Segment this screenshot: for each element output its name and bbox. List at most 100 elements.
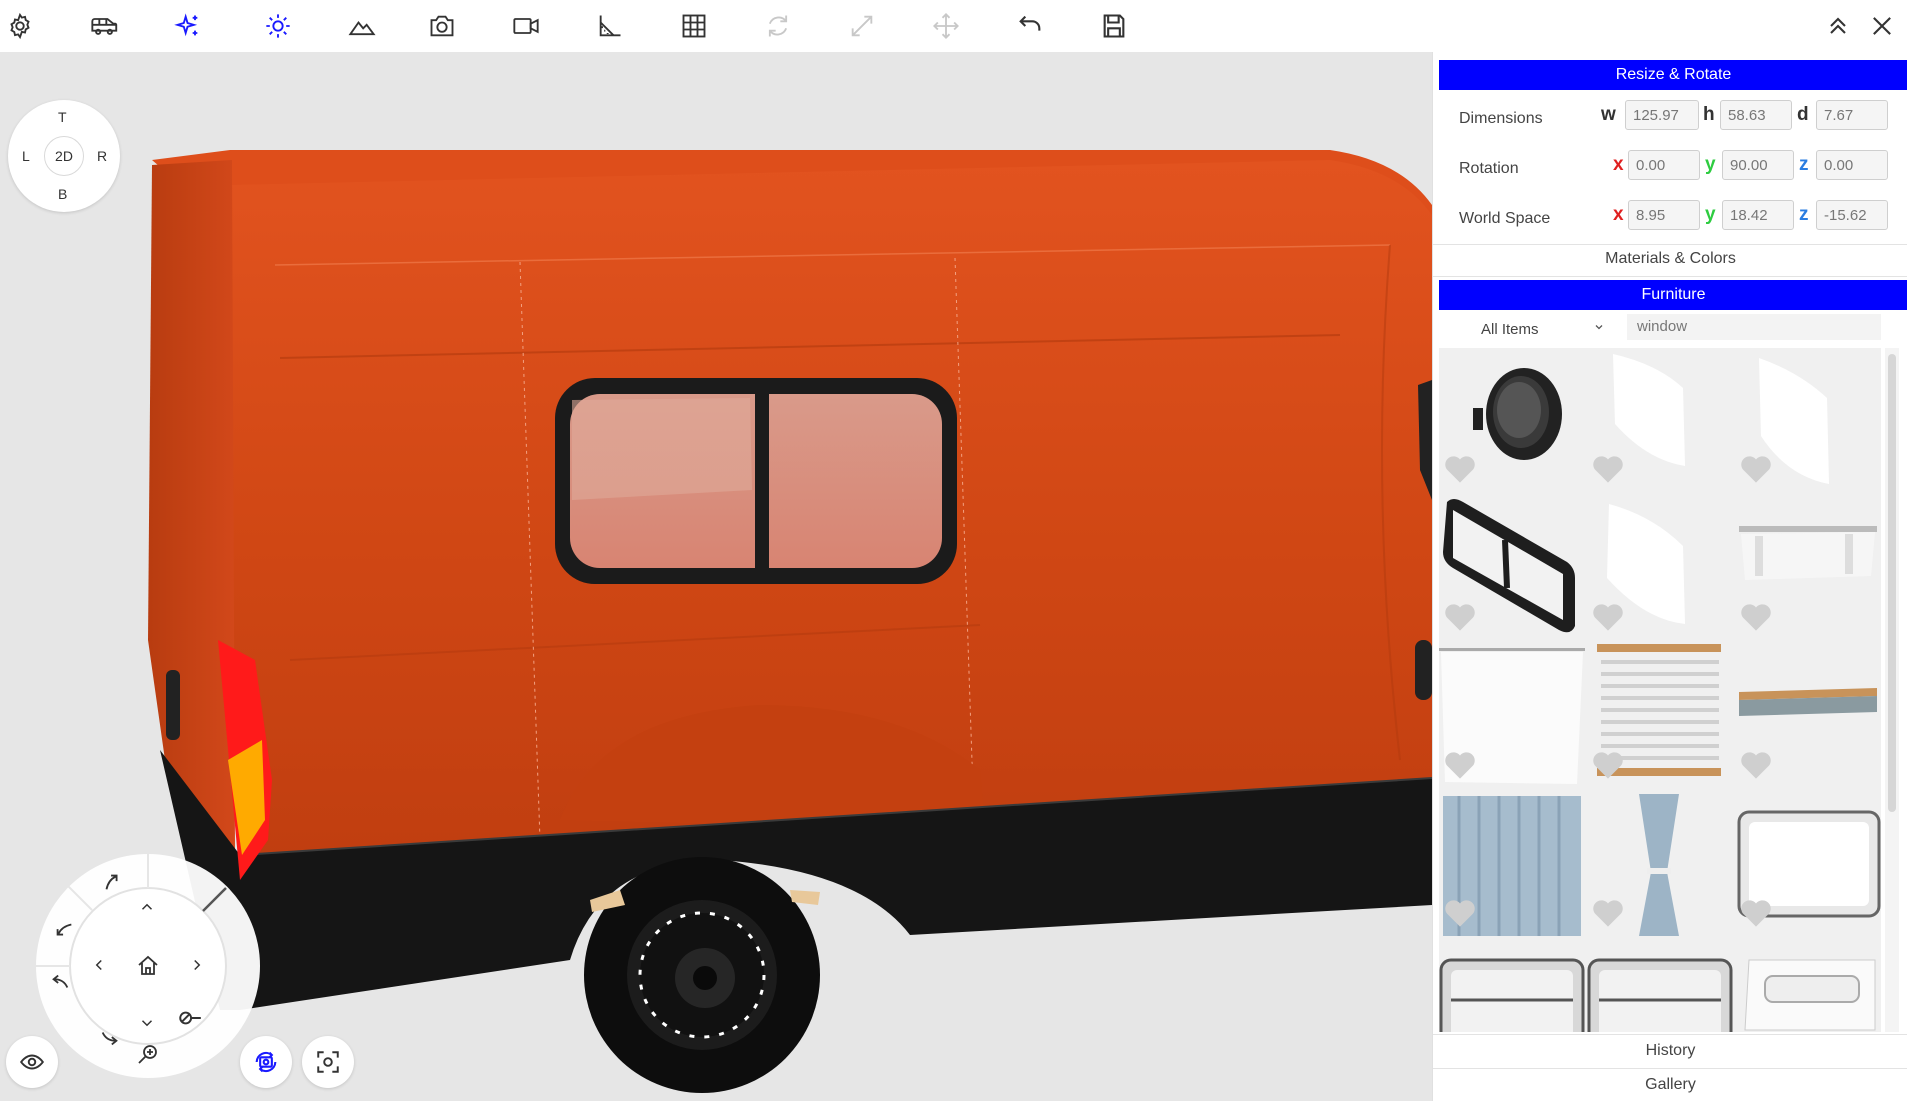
mountain-icon[interactable]	[342, 6, 382, 46]
category-dropdown-value: All Items	[1481, 320, 1539, 338]
rotation-z-input[interactable]: 0.00	[1816, 150, 1888, 180]
rotation-z-label: z	[1799, 154, 1809, 175]
properties-panel: Resize & Rotate Dimensions w 125.97 h 58…	[1432, 52, 1907, 1101]
view-cube: T B L R 2D	[8, 100, 120, 212]
dimension-d-label: d	[1797, 104, 1809, 125]
dimension-w-input[interactable]: 125.97	[1625, 100, 1699, 130]
search-input[interactable]: window	[1627, 314, 1881, 340]
navigation-wheel	[28, 846, 260, 1078]
divider	[1433, 1068, 1907, 1069]
world-y-label: y	[1705, 204, 1716, 225]
furniture-item-roller-blind[interactable]	[1735, 644, 1881, 790]
collapse-up-icon[interactable]	[1818, 6, 1858, 46]
furniture-item-blue-curtain[interactable]	[1439, 792, 1585, 938]
furniture-item-sliding-window[interactable]	[1439, 496, 1585, 642]
rotate-icon	[758, 6, 798, 46]
furniture-item-pleated-blind[interactable]	[1587, 644, 1733, 790]
furniture-item-window-frame[interactable]	[1439, 940, 1585, 1032]
furniture-item-white-window-panel[interactable]	[1587, 496, 1733, 642]
heart-icon[interactable]	[1739, 750, 1773, 780]
heart-icon[interactable]	[1443, 602, 1477, 632]
furniture-item-round-porthole-window[interactable]	[1439, 348, 1585, 494]
view-bottom-button[interactable]: B	[58, 186, 67, 202]
camera-icon[interactable]	[422, 6, 462, 46]
eye-icon[interactable]	[6, 1036, 58, 1088]
save-icon[interactable]	[1094, 6, 1134, 46]
dimension-d-input[interactable]: 7.67	[1816, 100, 1888, 130]
dimension-h-input[interactable]: 58.63	[1720, 100, 1792, 130]
furniture-item-net-curtain[interactable]	[1439, 644, 1585, 790]
pan-up-icon[interactable]	[130, 890, 164, 924]
pan-left-icon[interactable]	[82, 948, 116, 982]
rotate-left-icon[interactable]	[40, 962, 80, 1002]
dimension-h-label: h	[1703, 104, 1715, 125]
world-x-input[interactable]: 8.95	[1628, 200, 1700, 230]
furniture-item-blue-tie-back-curtain[interactable]	[1587, 792, 1733, 938]
van-icon[interactable]	[84, 6, 124, 46]
furniture-grid	[1439, 348, 1881, 1032]
furniture-item-white-window-panel[interactable]	[1735, 348, 1881, 494]
furniture-header[interactable]: Furniture	[1439, 280, 1907, 310]
scrollbar-thumb[interactable]	[1888, 354, 1896, 812]
furniture-item-window-blind-roll[interactable]	[1735, 496, 1881, 642]
furniture-item-white-window-panel[interactable]	[1587, 348, 1733, 494]
rotation-y-label: y	[1705, 154, 1716, 175]
rotate-right-icon[interactable]	[90, 1018, 130, 1058]
heart-icon[interactable]	[1443, 898, 1477, 928]
resize-rotate-header[interactable]: Resize & Rotate	[1439, 60, 1907, 90]
view-top-button[interactable]: T	[58, 109, 67, 125]
rotation-x-label: x	[1613, 154, 1624, 175]
heart-icon[interactable]	[1591, 454, 1625, 484]
view-2d-button[interactable]: 2D	[44, 136, 84, 176]
top-toolbar	[0, 0, 1907, 52]
heart-icon[interactable]	[1591, 602, 1625, 632]
world-z-input[interactable]: -15.62	[1816, 200, 1888, 230]
grid-icon[interactable]	[674, 6, 714, 46]
history-tab[interactable]: History	[1433, 1042, 1907, 1060]
gear-icon[interactable]	[0, 6, 40, 46]
camera-orbit-icon[interactable]	[240, 1036, 292, 1088]
view-right-button[interactable]: R	[97, 148, 107, 164]
furniture-item-framed-window[interactable]	[1735, 792, 1881, 938]
orbit-up-icon[interactable]	[92, 862, 132, 902]
zoom-in-icon[interactable]	[128, 1034, 168, 1074]
3d-viewport[interactable]: T B L R 2D	[0, 52, 1432, 1101]
sparkle-icon[interactable]	[168, 6, 208, 46]
heart-icon[interactable]	[1739, 454, 1773, 484]
dimensions-label: Dimensions	[1459, 110, 1543, 127]
world-y-input[interactable]: 18.42	[1722, 200, 1794, 230]
rotation-x-input[interactable]: 0.00	[1628, 150, 1700, 180]
furniture-item-window-frame[interactable]	[1587, 940, 1733, 1032]
view-left-button[interactable]: L	[22, 148, 30, 164]
materials-colors-tab[interactable]: Materials & Colors	[1433, 250, 1907, 268]
category-dropdown[interactable]: All Items	[1453, 316, 1613, 342]
world-space-label: World Space	[1459, 210, 1551, 227]
sun-icon[interactable]	[258, 6, 298, 46]
heart-icon[interactable]	[1443, 454, 1477, 484]
gallery-tab[interactable]: Gallery	[1433, 1076, 1907, 1094]
home-icon[interactable]	[128, 946, 168, 986]
close-icon[interactable]	[1862, 6, 1902, 46]
furniture-item-roof-window[interactable]	[1735, 940, 1881, 1032]
focus-target-icon[interactable]	[302, 1036, 354, 1088]
rotation-y-input[interactable]: 90.00	[1722, 150, 1794, 180]
resize-icon	[842, 6, 882, 46]
heart-icon[interactable]	[1739, 602, 1773, 632]
zoom-out-icon[interactable]	[170, 998, 210, 1038]
heart-icon[interactable]	[1591, 898, 1625, 928]
move-icon	[926, 6, 966, 46]
orbit-left-icon[interactable]	[44, 910, 84, 950]
divider	[1433, 244, 1907, 245]
pan-right-icon[interactable]	[180, 948, 214, 982]
rotation-label: Rotation	[1459, 160, 1519, 177]
video-icon[interactable]	[506, 6, 546, 46]
divider	[1433, 276, 1907, 277]
undo-icon[interactable]	[1010, 6, 1050, 46]
furniture-scrollbar[interactable]	[1885, 348, 1899, 1032]
chevron-down-icon	[1593, 320, 1605, 338]
heart-icon[interactable]	[1443, 750, 1477, 780]
heart-icon[interactable]	[1739, 898, 1773, 928]
ruler-angle-icon[interactable]	[590, 6, 630, 46]
world-z-label: z	[1799, 204, 1809, 225]
heart-icon[interactable]	[1591, 750, 1625, 780]
